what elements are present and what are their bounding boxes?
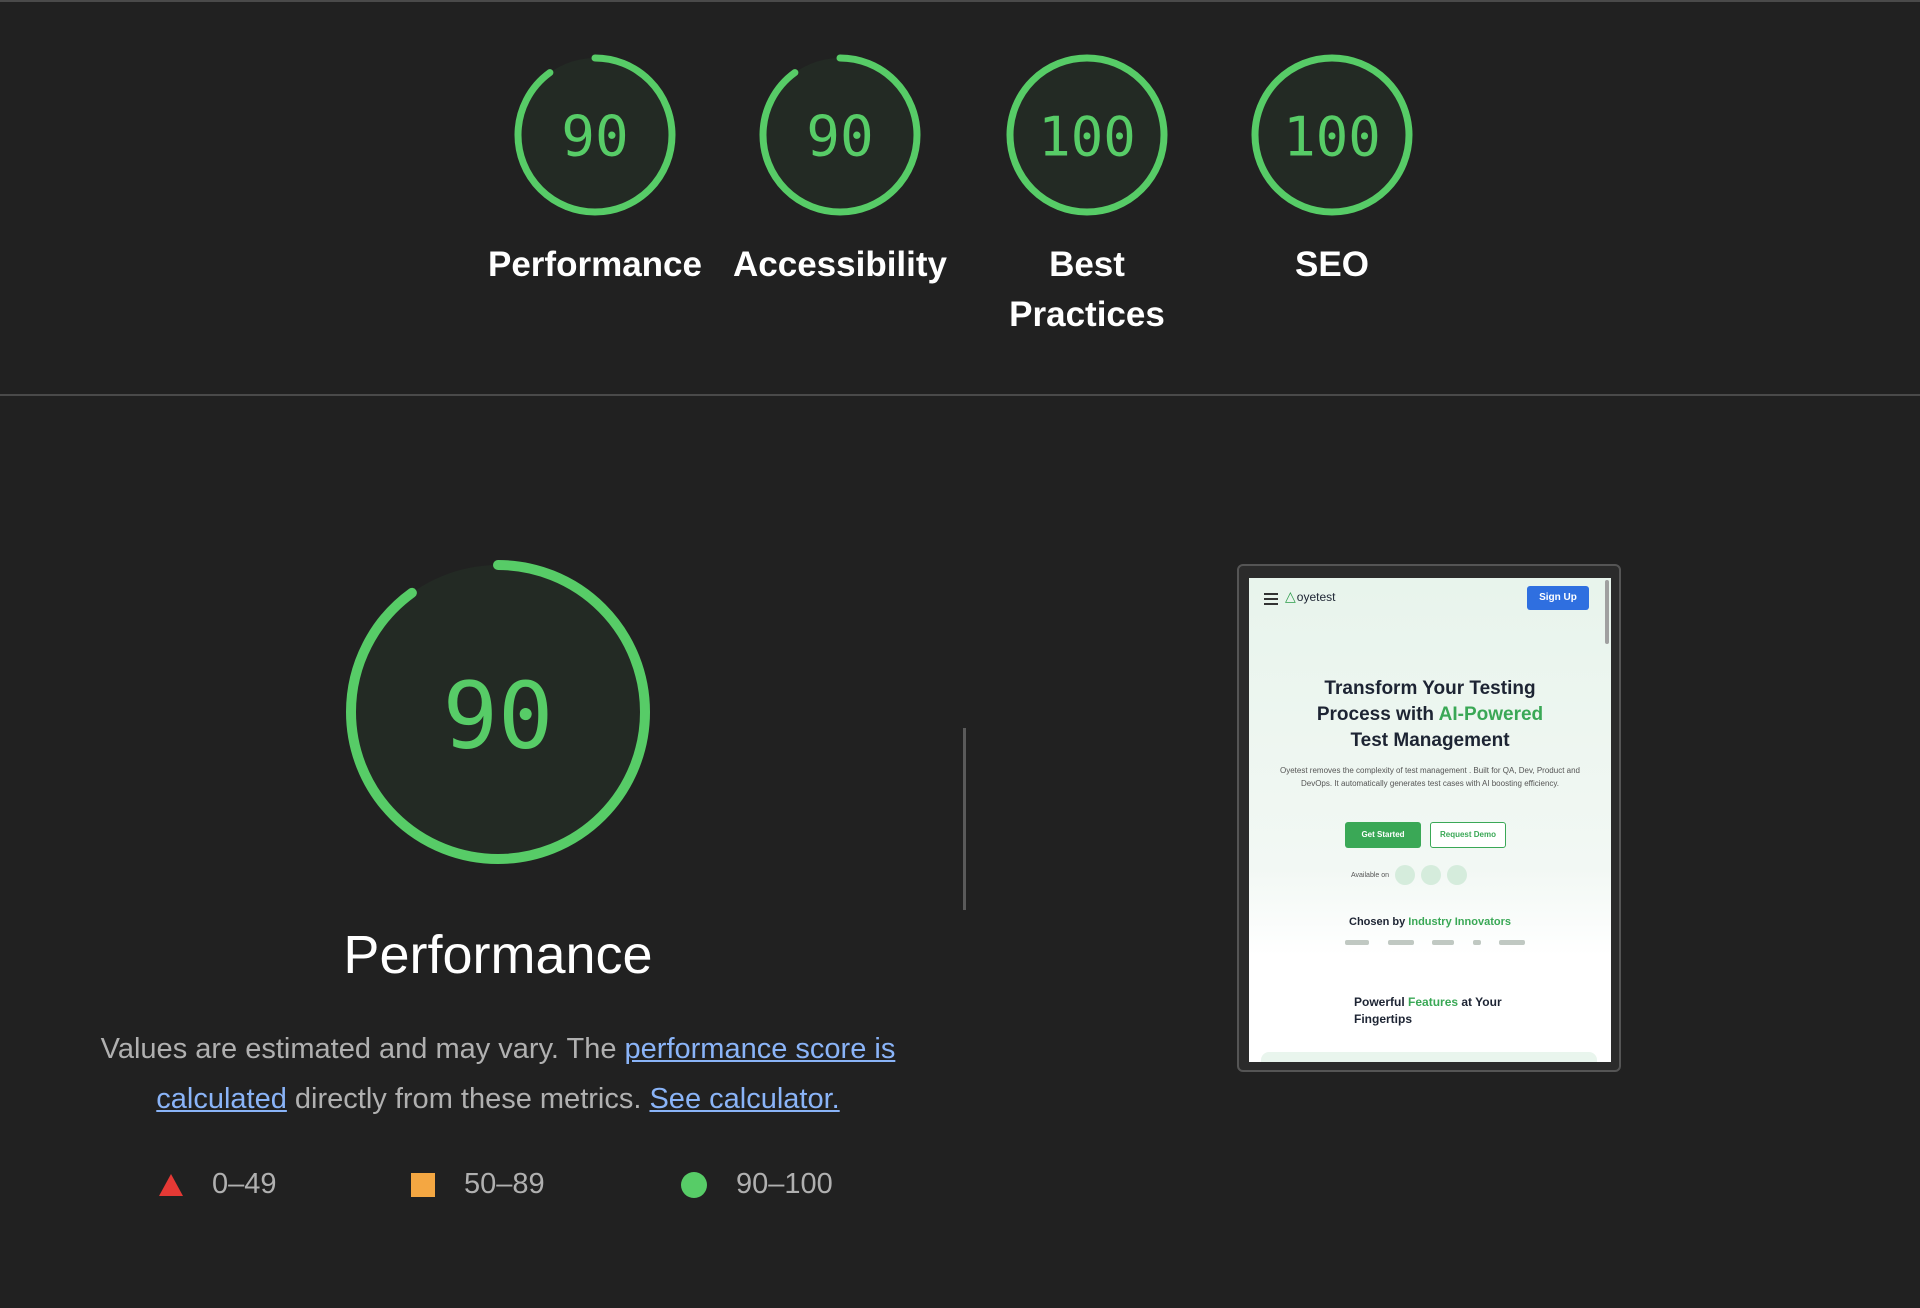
android-icon — [1421, 865, 1441, 885]
lighthouse-report: 90 Performance 90 Accessibility 100 Best… — [0, 0, 1920, 1308]
headline-highlight: AI-Powered — [1438, 704, 1544, 725]
orange-square-icon — [411, 1172, 435, 1197]
gauge-accessibility[interactable]: 90 Accessibility — [730, 52, 950, 290]
legend-average-range: 50–89 — [464, 1168, 545, 1200]
top-border — [0, 0, 1920, 2]
gauge-performance-score: 90 — [561, 105, 628, 170]
thumbnail-features-heading: Powerful Features at Your Fingertips — [1354, 994, 1534, 1028]
thumbnail-get-started-button: Get Started — [1345, 822, 1421, 848]
performance-big-score: 90 — [443, 663, 554, 770]
gauge-accessibility-score: 90 — [806, 105, 873, 170]
features-highlight: Features — [1408, 995, 1459, 1009]
thumbnail-headline: Transform Your Testing Process with AI-P… — [1249, 676, 1611, 754]
gauge-seo-score: 100 — [1283, 106, 1381, 169]
thumbnail-feature-card — [1261, 1052, 1597, 1062]
client-logos — [1345, 940, 1525, 948]
thumbnail-subtext: Oyetest removes the complexity of test m… — [1280, 766, 1580, 788]
green-circle-icon — [681, 1171, 707, 1198]
gauge-seo-ring: 100 — [1251, 54, 1413, 216]
features-text-a: Powerful — [1354, 995, 1409, 1009]
thumbnail-request-demo-button: Request Demo — [1430, 822, 1506, 848]
gauge-best-practices-label: Best Practices — [1009, 245, 1165, 334]
gauge-performance-ring: 90 — [514, 54, 676, 216]
gauge-accessibility-ring: 90 — [759, 54, 921, 216]
gauge-best-practices-score: 100 — [1038, 106, 1136, 169]
legend-pass-range: 90–100 — [736, 1168, 833, 1200]
oyetest-logo: △ oyetest — [1285, 588, 1335, 605]
section-divider — [0, 394, 1920, 396]
score-legend: 0–49 50–89 90–100 — [0, 1168, 960, 1208]
see-calculator-link[interactable]: See calculator. — [649, 1083, 839, 1115]
performance-big-gauge: 90 — [346, 560, 650, 864]
chosen-by-highlight: Industry Innovators — [1408, 916, 1511, 928]
headline-line-2: Process with AI-Powered — [1249, 702, 1611, 728]
desktop-icon — [1395, 865, 1415, 885]
legend-fail-range: 0–49 — [212, 1168, 277, 1200]
performance-description: Values are estimated and may vary. The p… — [70, 1024, 926, 1124]
legend-pass: 90–100 — [680, 1168, 833, 1201]
description-middle: directly from these metrics. — [286, 1083, 650, 1115]
red-triangle-icon — [159, 1173, 183, 1196]
chosen-by-text: Chosen by — [1349, 916, 1409, 928]
thumbnail-chosen-by: Chosen by Industry Innovators — [1249, 916, 1611, 928]
headline-line-3: Test Management — [1350, 730, 1510, 751]
gauge-performance-label: Performance — [488, 245, 702, 284]
gauge-accessibility-label: Accessibility — [733, 245, 947, 284]
thumbnail-available-on: Available on — [1351, 872, 1390, 879]
gauge-performance[interactable]: 90 Performance — [485, 52, 705, 290]
apple-icon — [1447, 865, 1467, 885]
headline-line-2-text: Process with — [1316, 704, 1439, 725]
legend-fail: 0–49 — [158, 1168, 277, 1201]
final-screenshot[interactable]: △ oyetest Sign Up Transform Your Testing… — [1237, 564, 1621, 1072]
performance-title: Performance — [343, 925, 653, 985]
gauge-seo[interactable]: 100 SEO — [1222, 52, 1442, 290]
description-prefix: Values are estimated and may vary. The — [100, 1033, 625, 1065]
thumbnail-signup-button: Sign Up — [1527, 586, 1589, 610]
gauge-best-practices[interactable]: 100 Best Practices — [977, 52, 1197, 340]
gauge-best-practices-ring: 100 — [1006, 54, 1168, 216]
legend-average: 50–89 — [410, 1168, 545, 1201]
headline-line-1: Transform Your Testing — [1324, 678, 1536, 699]
category-gauges: 90 Performance 90 Accessibility 100 Best… — [0, 52, 1920, 352]
thumbnail-scrollbar — [1605, 580, 1609, 644]
vertical-divider — [963, 728, 966, 910]
screenshot-preview: △ oyetest Sign Up Transform Your Testing… — [1249, 578, 1611, 1062]
logo-triangle-icon: △ — [1285, 588, 1296, 604]
hamburger-menu-icon — [1264, 593, 1278, 608]
logo-text: oyetest — [1296, 589, 1336, 604]
gauge-seo-label: SEO — [1295, 245, 1369, 284]
